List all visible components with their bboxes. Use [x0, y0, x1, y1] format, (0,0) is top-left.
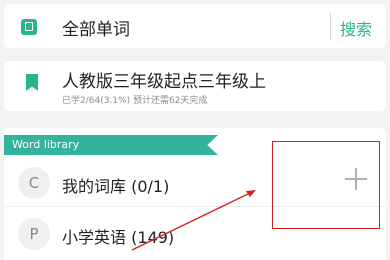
book-title: 人教版三年级起点三年级上 — [62, 72, 266, 92]
letter-badge: P — [18, 218, 50, 250]
word-library-title: Word library — [12, 138, 80, 151]
book-progress-text: 已学2/64(3.1%) 预计还需62天完成 — [62, 96, 208, 106]
library-item-label: 小学英语 (149) — [62, 228, 175, 247]
library-item-label: 我的词库 (0/1) — [62, 177, 170, 196]
all-words-search-bar[interactable]: 全部单词 搜索 — [4, 4, 386, 48]
search-button[interactable]: 搜索 — [340, 16, 372, 40]
annotation-highlight-box — [272, 141, 380, 229]
bookmark-icon — [26, 74, 38, 91]
word-library-ribbon: Word library — [4, 135, 218, 155]
search-divider — [330, 13, 331, 39]
all-words-label: 全部单词 — [62, 20, 130, 40]
current-book-card[interactable]: 人教版三年级起点三年级上 已学2/64(3.1%) 预计还需62天完成 — [4, 61, 386, 111]
letter-badge: C — [18, 167, 50, 199]
book-icon — [21, 19, 37, 35]
